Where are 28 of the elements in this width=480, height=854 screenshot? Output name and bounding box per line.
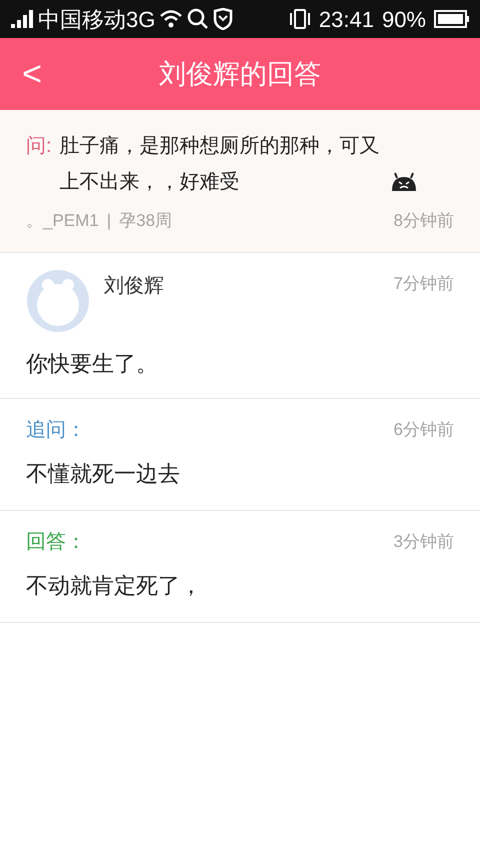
message-time: 3分钟前 <box>394 530 454 553</box>
question-text: 肚子痛，是那种想厕所的那种，可又上不出来，，好难受 <box>60 134 381 195</box>
message-text: 不懂就死一边去 <box>26 460 181 488</box>
question-label: 问: <box>26 134 52 159</box>
avatar-icon <box>26 268 90 332</box>
search-icon <box>187 8 210 30</box>
shield-icon <box>213 8 234 30</box>
battery-text: 90% <box>382 6 426 34</box>
carrier-text: 中国移动3G <box>38 6 156 34</box>
angry-face-icon <box>390 171 418 193</box>
vibrate-icon <box>288 8 311 30</box>
message-label: 回答： <box>26 530 86 554</box>
message-label: 追问： <box>26 418 86 442</box>
wifi-icon <box>159 9 184 29</box>
answer-text: 你快要生了。 <box>26 350 159 378</box>
message-time: 6分钟前 <box>394 418 454 441</box>
separator: | <box>106 210 112 232</box>
clock-text: 23:41 <box>318 6 374 34</box>
signal-icon <box>10 9 34 29</box>
pregnancy-week: 孕38周 <box>119 210 172 232</box>
answer-time: 7分钟前 <box>394 272 454 294</box>
question-time: 8分钟前 <box>394 210 454 232</box>
page-title: 刘俊辉的回答 <box>159 58 321 91</box>
answerer-name: 刘俊辉 <box>104 274 164 298</box>
asker-name: 。_PEM1 <box>26 210 99 232</box>
message-text: 不动就肯定死了， <box>26 572 203 600</box>
battery-icon <box>434 10 470 28</box>
back-button[interactable]: < <box>0 38 64 110</box>
